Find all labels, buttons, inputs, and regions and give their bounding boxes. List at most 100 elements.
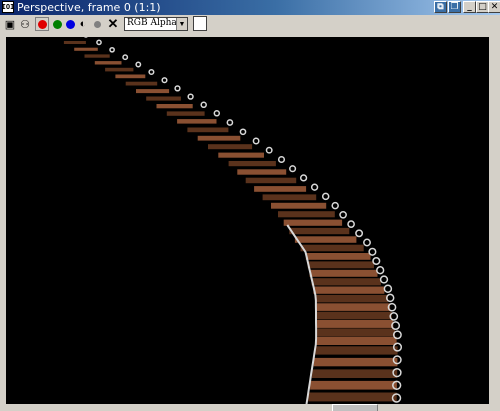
app-icon-label: IOI (1, 3, 15, 11)
stair-step (307, 261, 374, 269)
stair-step (315, 294, 388, 303)
railing-ornament (379, 275, 389, 284)
channel-select[interactable]: RGB Alpha ▼ (124, 17, 188, 31)
railing-ornament (289, 165, 297, 173)
stair-step (308, 392, 397, 402)
stair-step (271, 202, 327, 209)
railing-ornament (252, 137, 260, 145)
blue-channel-button[interactable] (63, 17, 77, 31)
left-railing (286, 224, 318, 405)
save-icon[interactable]: ▣ (3, 17, 17, 31)
minimize-button[interactable]: _ (463, 1, 476, 13)
stair-step (315, 303, 391, 311)
railing-ornament (299, 174, 308, 182)
horizontal-scrollbar[interactable] (0, 404, 500, 411)
stair-step (177, 119, 217, 124)
stair-step (310, 380, 397, 390)
railing-ornament (213, 110, 221, 117)
stair-step (208, 144, 253, 150)
render-window: IOI Perspective, frame 0 (1:1) ⧉ ❐ _ □ ✕… (0, 0, 500, 411)
window-title: Perspective, frame 0 (1:1) (17, 1, 161, 14)
railing-ornament (96, 39, 102, 46)
stair-step (315, 346, 398, 355)
stair-step (311, 278, 381, 286)
restore-icon[interactable]: ❐ (448, 1, 461, 13)
railing-ornament (368, 247, 377, 256)
railing-ornament (174, 85, 181, 92)
alpha-channel-button[interactable] (90, 17, 104, 31)
railing-ornament (277, 155, 286, 164)
blue-channel-icon (65, 19, 75, 29)
stair-step (237, 169, 287, 175)
window-border (489, 37, 500, 404)
stair-step (278, 211, 335, 218)
railing-ornament (372, 256, 381, 266)
stair-step (187, 127, 229, 133)
railing-ornament (200, 101, 207, 109)
clone-icon[interactable]: ⚇ (18, 17, 32, 31)
railing-ornament (135, 61, 142, 68)
scrollbar-thumb[interactable] (332, 404, 378, 411)
stair-step (305, 253, 371, 260)
clear-icon[interactable]: ✕ (106, 16, 120, 31)
stair-step (115, 74, 146, 79)
stair-step (125, 81, 158, 86)
alpha-icon (93, 20, 101, 28)
stair-step (309, 269, 378, 277)
railing-ornament (321, 192, 330, 201)
chevron-down-icon[interactable]: ▼ (176, 18, 187, 30)
stair-step (313, 357, 398, 367)
rendered-staircase (63, 32, 403, 411)
stair-step (262, 194, 317, 201)
stair-step (63, 41, 86, 44)
stair-step (74, 47, 98, 51)
stair-step (289, 227, 350, 235)
railing-ornament (355, 229, 364, 238)
green-channel-icon (52, 19, 62, 29)
mono-icon[interactable]: ◐ (76, 17, 90, 31)
stair-step (313, 286, 385, 294)
stair-step (156, 104, 193, 109)
railing-ornament (265, 146, 273, 154)
railing-ornament (339, 210, 347, 219)
railing-ornament (331, 201, 339, 210)
stair-step (254, 186, 307, 192)
railing-ornament (161, 77, 168, 84)
stair-step (105, 67, 134, 72)
stair-step (316, 336, 397, 345)
railing-ornament (239, 128, 247, 136)
stair-step (316, 320, 394, 328)
toolbar: ▣ ⚇ ◐ ✕ RGB Alpha ▼ (0, 15, 500, 33)
stair-step (294, 236, 357, 243)
railing-ornament (376, 266, 385, 275)
stair-step (245, 177, 297, 184)
stair-step (197, 135, 241, 141)
stair-step (300, 244, 364, 252)
render-viewport[interactable] (6, 32, 489, 411)
railing-ornament (109, 46, 115, 53)
stair-step (283, 219, 343, 226)
stair-step (311, 369, 398, 378)
railing-ornament (310, 183, 319, 191)
stair-step (166, 111, 205, 116)
railing-ornament (187, 93, 194, 100)
stair-step (136, 89, 170, 94)
dock-icon[interactable]: ⧉ (434, 1, 447, 13)
title-bar[interactable]: IOI Perspective, frame 0 (1:1) ⧉ ❐ _ □ ✕ (0, 0, 500, 15)
railing-ornament (347, 220, 355, 228)
red-channel-icon (37, 19, 47, 29)
railing-ornament (226, 119, 234, 126)
red-channel-button[interactable] (35, 17, 49, 31)
stair-step (316, 328, 395, 337)
color-swatch[interactable] (193, 16, 207, 31)
stair-step (146, 96, 181, 101)
railing-ornament (148, 68, 155, 76)
green-channel-button[interactable] (50, 17, 64, 31)
railing-ornament (363, 238, 371, 247)
stair-step (94, 61, 122, 65)
close-button[interactable]: ✕ (488, 1, 500, 13)
stair-step (84, 54, 110, 58)
stair-step (218, 152, 264, 158)
railing-ornament (383, 284, 393, 293)
channel-select-value: RGB Alpha (127, 18, 177, 28)
